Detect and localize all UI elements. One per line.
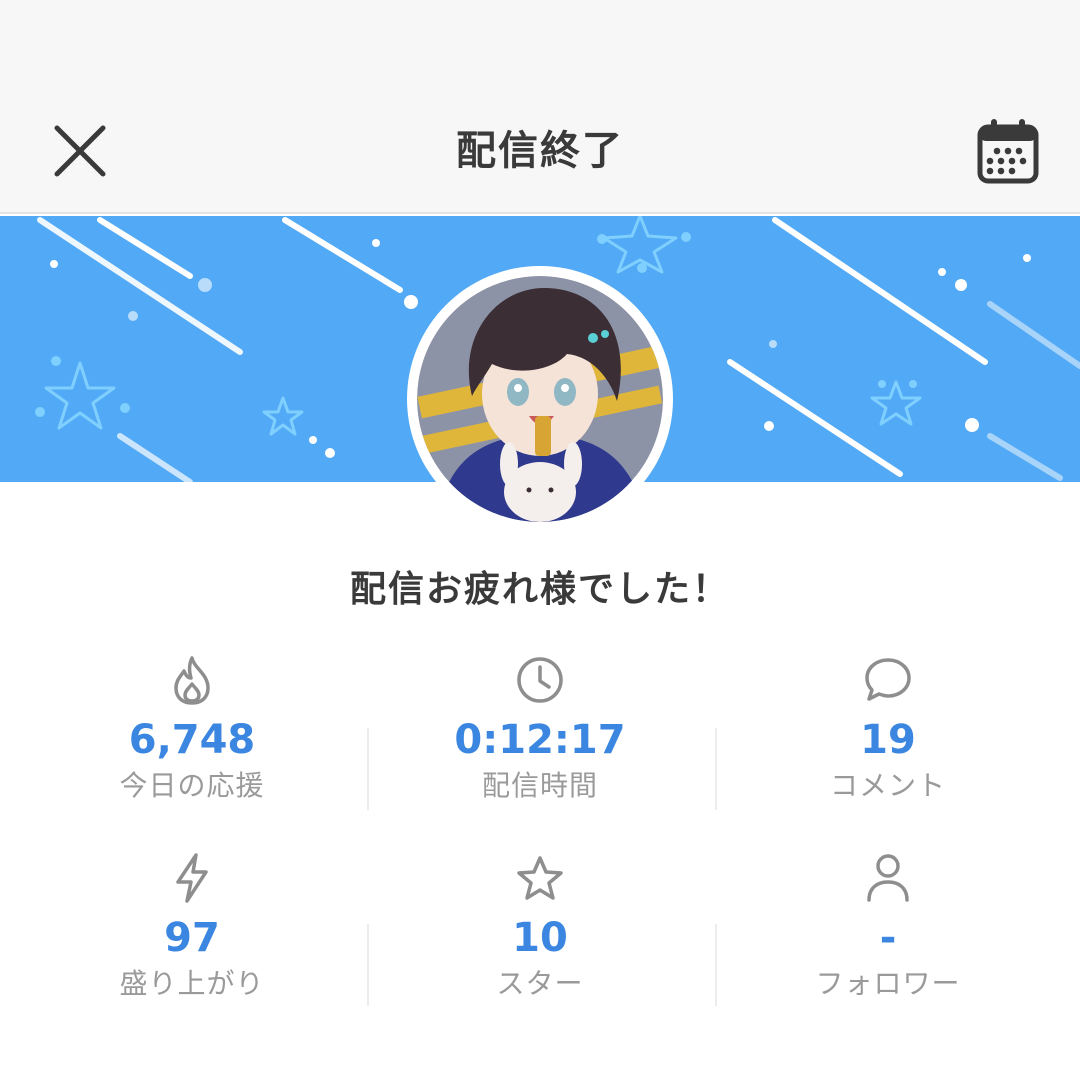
stat-value: 97 <box>164 915 220 961</box>
greeting-message: 配信お疲れ様でした！ <box>349 569 730 610</box>
avatar-illustration <box>417 276 663 522</box>
person-icon <box>867 854 909 902</box>
calendar-icon <box>977 119 1039 184</box>
comment-icon <box>865 658 911 701</box>
avatar[interactable] <box>407 266 673 532</box>
calendar-button[interactable] <box>970 113 1046 189</box>
stat-support: 6,748 今日の応援 <box>18 652 366 806</box>
top-bar: 配信終了 <box>0 0 1080 214</box>
stat-label: フォロワー <box>815 967 961 1000</box>
stat-value: 10 <box>512 915 568 961</box>
page-title: 配信終了 <box>456 128 624 174</box>
stat-value: 19 <box>860 717 916 763</box>
stat-excitement: 97 盛り上がり <box>18 850 366 1004</box>
stat-followers: - フォロワー <box>714 850 1062 1004</box>
stat-duration: 0:12:17 配信時間 <box>366 652 714 806</box>
flame-icon <box>174 656 210 705</box>
stream-end-screen: 配信終了 配信お疲れ様でした！ 6,748 今日の応援 0:12:17 配信時間… <box>0 0 1080 1070</box>
lightning-icon <box>176 853 208 903</box>
stat-label: 盛り上がり <box>119 967 265 1000</box>
stat-value: - <box>879 915 897 961</box>
stat-label: スター <box>496 967 584 1000</box>
stat-value: 6,748 <box>128 717 256 763</box>
stat-label: 配信時間 <box>481 769 598 802</box>
stat-value: 0:12:17 <box>454 717 626 763</box>
clock-icon <box>517 657 563 703</box>
stat-label: 今日の応援 <box>119 769 265 802</box>
stat-label: コメント <box>829 769 946 802</box>
stat-stars: 10 スター <box>366 850 714 1004</box>
star-icon <box>517 856 563 900</box>
stat-comments: 19 コメント <box>714 652 1062 806</box>
